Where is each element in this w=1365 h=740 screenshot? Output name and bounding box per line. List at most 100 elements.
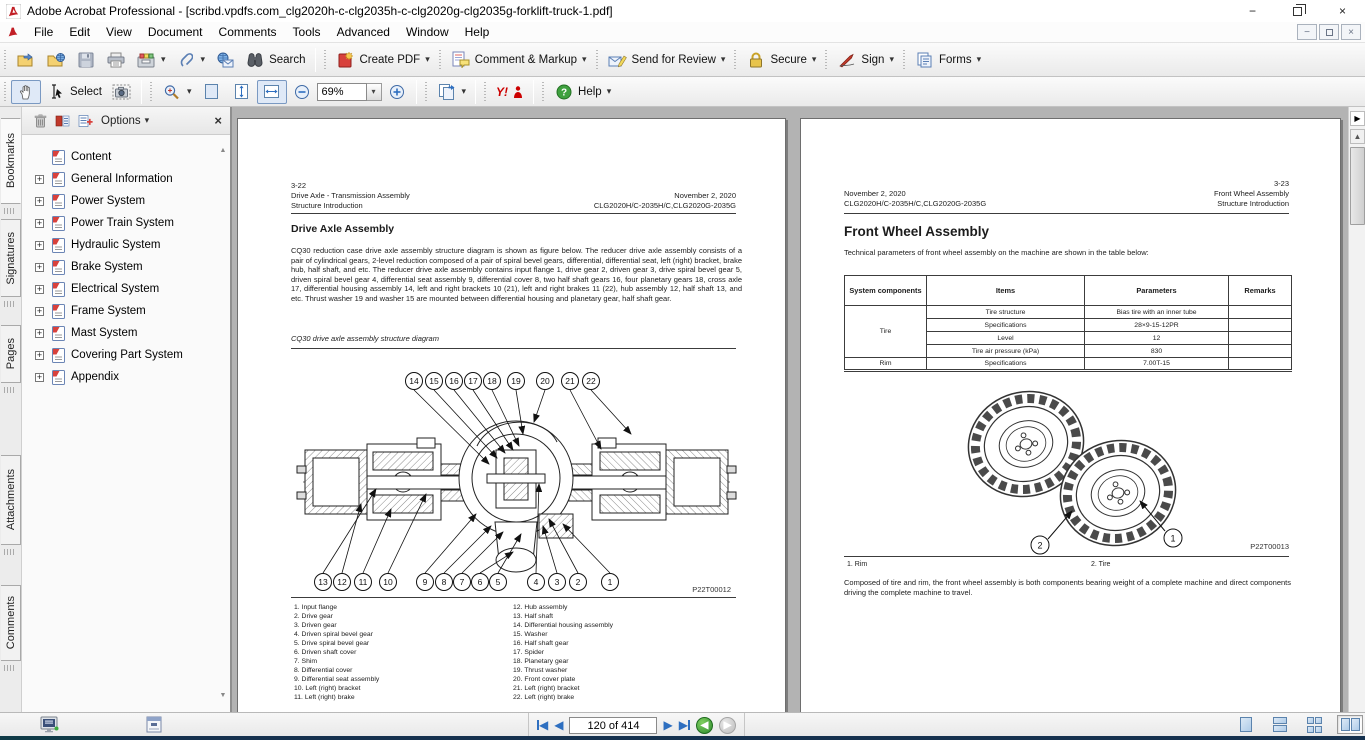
bookmarks-scrollbar[interactable]: ▲ ▼: [216, 137, 229, 710]
expand-plus-icon[interactable]: +: [35, 329, 44, 338]
next-page-button[interactable]: ▶: [663, 719, 672, 731]
single-page-layout-button[interactable]: [1235, 715, 1257, 734]
fit-height-button[interactable]: [227, 80, 257, 104]
menu-advanced[interactable]: Advanced: [329, 23, 398, 41]
document-restore-button[interactable]: [1319, 24, 1339, 40]
chapter-title: Drive Axle - Transmission Assembly: [291, 191, 410, 201]
document-pane[interactable]: 3-22 Drive Axle - Transmission Assembly …: [234, 107, 1365, 712]
tab-comments[interactable]: Comments: [1, 585, 21, 661]
expand-plus-icon[interactable]: +: [35, 373, 44, 382]
previous-page-button[interactable]: ◀: [554, 719, 563, 731]
next-view-button[interactable]: ▶: [719, 717, 736, 734]
forms-button[interactable]: Forms▾: [910, 48, 986, 72]
expand-plus-icon[interactable]: +: [35, 241, 44, 250]
close-panel-button[interactable]: ×: [214, 113, 222, 128]
menu-file[interactable]: File: [26, 23, 61, 41]
scrollbar-thumb[interactable]: [1350, 147, 1365, 225]
menu-window[interactable]: Window: [398, 23, 457, 41]
fit-page-button[interactable]: [197, 80, 227, 104]
menu-tools[interactable]: Tools: [285, 23, 329, 41]
first-page-button[interactable]: ◀: [537, 719, 548, 731]
document-scrollbar[interactable]: ▶ ▲: [1348, 107, 1365, 712]
zoom-dropdown-button[interactable]: ▾: [367, 83, 382, 101]
document-minimize-button[interactable]: −: [1297, 24, 1317, 40]
page-view-button[interactable]: [145, 716, 163, 738]
secure-button[interactable]: Secure▾: [741, 48, 821, 72]
create-pdf-button[interactable]: Create PDF▾: [331, 48, 435, 72]
toolbar-grip: [323, 50, 327, 70]
tab-grip: [4, 208, 16, 214]
menu-edit[interactable]: Edit: [61, 23, 98, 41]
reading-mode-button[interactable]: [40, 716, 60, 738]
hand-tool-button[interactable]: [11, 80, 41, 104]
document-pdf-icon: [6, 25, 20, 39]
open-web-button[interactable]: [41, 48, 71, 72]
expand-plus-icon[interactable]: +: [35, 263, 44, 272]
print-button[interactable]: [101, 48, 131, 72]
zoom-tool-button[interactable]: ▾: [157, 80, 197, 104]
scroll-down-icon[interactable]: ▼: [217, 690, 229, 702]
delete-bookmark-button[interactable]: [34, 114, 47, 128]
zoom-level-input[interactable]: [317, 83, 367, 101]
fit-width-button[interactable]: [257, 80, 287, 104]
expand-plus-icon[interactable]: +: [35, 175, 44, 184]
comment-markup-button[interactable]: Comment & Markup▾: [446, 48, 592, 72]
sign-button[interactable]: Sign▾: [832, 48, 899, 72]
window-close-button[interactable]: ×: [1320, 0, 1365, 22]
save-button[interactable]: [71, 48, 101, 72]
spec-table: System components Items Parameters Remar…: [844, 275, 1292, 372]
menu-help[interactable]: Help: [457, 23, 498, 41]
expand-plus-icon[interactable]: +: [35, 351, 44, 360]
document-close-button[interactable]: ×: [1341, 24, 1361, 40]
email-button[interactable]: [210, 48, 240, 72]
chevron-down-icon: ▾: [201, 54, 206, 65]
help-button[interactable]: ?Help▾: [549, 80, 616, 104]
select-tool-button[interactable]: Select: [41, 80, 107, 104]
scrollbar-menu-button[interactable]: ▶: [1350, 111, 1365, 126]
bookmark-page-icon: [52, 304, 65, 319]
window-minimize-button[interactable]: −: [1230, 0, 1275, 22]
tab-attachments[interactable]: Attachments: [1, 455, 21, 545]
paperclip-icon: [176, 51, 196, 69]
scroll-up-icon[interactable]: ▲: [217, 145, 229, 157]
search-button[interactable]: Search: [240, 48, 310, 72]
menu-comments[interactable]: Comments: [211, 23, 285, 41]
menu-document[interactable]: Document: [140, 23, 211, 41]
send-for-review-button[interactable]: Send for Review▾: [603, 48, 731, 72]
previous-view-button[interactable]: ◀: [696, 717, 713, 734]
new-bookmark-button[interactable]: [78, 114, 93, 128]
tab-bookmarks[interactable]: Bookmarks: [1, 118, 21, 204]
expand-plus-icon[interactable]: +: [35, 219, 44, 228]
expand-plus-icon[interactable]: +: [35, 197, 44, 206]
continuous-facing-layout-button[interactable]: [1303, 715, 1325, 734]
continuous-layout-button[interactable]: [1269, 715, 1291, 734]
tab-signatures[interactable]: Signatures: [1, 219, 21, 297]
callout-number: 9: [423, 577, 428, 587]
status-bar: ◀ ◀ ▶ ▶ ◀ ▶: [0, 712, 1365, 736]
facing-layout-button[interactable]: [1337, 715, 1363, 734]
zoom-in-button[interactable]: [382, 80, 412, 104]
window-restore-button[interactable]: [1275, 0, 1320, 22]
expand-plus-icon[interactable]: +: [35, 285, 44, 294]
chevron-down-icon: ▾: [145, 115, 150, 126]
model-codes: CLG2020H/C-2035H/C,CLG2020G-2035G: [594, 201, 736, 211]
options-menu-button[interactable]: Options▾: [101, 115, 149, 127]
organizer-button[interactable]: ▾: [131, 48, 171, 72]
tab-pages[interactable]: Pages: [1, 325, 21, 383]
scroll-up-button[interactable]: ▲: [1350, 129, 1365, 144]
snapshot-button[interactable]: [107, 80, 137, 104]
yahoo-search-button[interactable]: Y!: [491, 80, 529, 104]
forms-label: Forms: [939, 54, 972, 66]
expand-plus-icon[interactable]: +: [35, 307, 44, 316]
col-header: Items: [927, 276, 1085, 306]
page-display-button[interactable]: ▾: [432, 80, 472, 104]
open-button[interactable]: [11, 48, 41, 72]
menu-view[interactable]: View: [98, 23, 140, 41]
figure-caption: CQ30 drive axle assembly structure diagr…: [291, 334, 439, 343]
last-page-button[interactable]: ▶: [679, 719, 690, 731]
attach-button[interactable]: ▾: [171, 48, 211, 72]
callout-number: 2: [1037, 541, 1042, 551]
expand-current-bookmark-button[interactable]: [55, 114, 70, 128]
zoom-out-button[interactable]: [287, 80, 317, 104]
page-indicator-input[interactable]: [569, 717, 657, 734]
